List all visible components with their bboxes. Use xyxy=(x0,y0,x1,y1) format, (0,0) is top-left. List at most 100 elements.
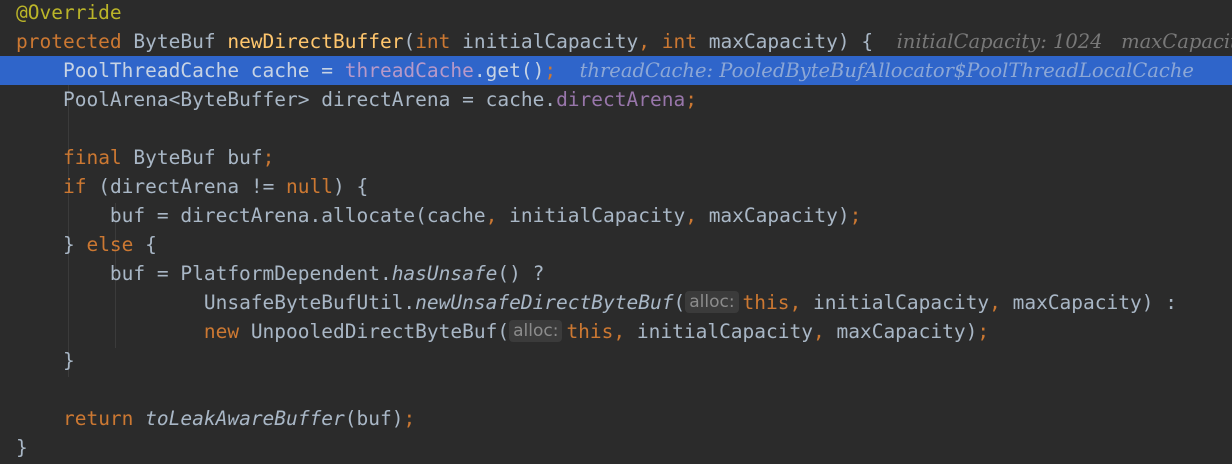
code-line[interactable]: if (directArena != null) { xyxy=(0,172,1232,201)
code-token: { xyxy=(145,233,157,256)
code-line[interactable]: } xyxy=(0,433,1232,462)
code-line-text: buf = PlatformDependent.hasUnsafe() ? xyxy=(16,259,544,288)
code-token: ; xyxy=(403,407,416,430)
code-line-text: buf = directArena.allocate(cache, initia… xyxy=(16,201,861,230)
field-token: threadCache xyxy=(344,59,474,82)
code-line-text: } xyxy=(16,346,75,375)
code-line[interactable]: PoolArena<ByteBuffer> directArena = cach… xyxy=(0,85,1232,114)
static-method-token: toLeakAwareBuffer xyxy=(145,407,345,430)
code-token: initialCapacity xyxy=(462,30,639,53)
code-line-current[interactable]: PoolThreadCache cache = threadCache.get(… xyxy=(0,56,1232,85)
code-line[interactable]: return toLeakAwareBuffer(buf); xyxy=(0,404,1232,433)
keyword-token: new xyxy=(203,320,251,343)
code-token: , xyxy=(613,320,637,343)
code-token: initialCapacity xyxy=(509,204,686,227)
code-token: initialCapacity xyxy=(813,291,990,314)
keyword-token: final xyxy=(62,146,134,169)
code-line-text: } else { xyxy=(16,230,157,259)
keyword-token: this xyxy=(742,291,790,314)
code-token: PoolArena<ByteBuffer> directArena = cach… xyxy=(62,88,557,111)
annotation-token: @Override xyxy=(16,1,122,24)
code-token: ( xyxy=(673,291,686,314)
keyword-token: protected xyxy=(16,30,134,53)
code-token: UnpooledDirectByteBuf( xyxy=(250,320,510,343)
code-token: buf = PlatformDependent. xyxy=(109,262,392,285)
code-token: maxCapacity) xyxy=(836,320,978,343)
static-method-token: newUnsafeDirectByteBuf xyxy=(415,291,674,314)
keyword-token: int xyxy=(415,30,463,53)
code-line-text: UnsafeByteBufUtil.newUnsafeDirectByteBuf… xyxy=(16,288,1177,317)
code-token: maxCapacity) { xyxy=(708,30,897,53)
method-name-token: newDirectBuffer xyxy=(227,30,404,53)
code-token: , xyxy=(789,291,813,314)
code-token: buf = directArena.allocate(cache xyxy=(109,204,486,227)
code-token: .get() xyxy=(473,59,545,82)
code-line[interactable]: protected ByteBuf newDirectBuffer(int in… xyxy=(0,27,1232,56)
code-token: , xyxy=(989,291,1013,314)
code-line-text: PoolThreadCache cache = threadCache.get(… xyxy=(16,56,1194,85)
code-token: ( xyxy=(403,30,416,53)
code-token: (directArena != xyxy=(98,175,287,198)
debug-value-hint: threadCache: PooledByteBufAllocator$Pool… xyxy=(579,59,1194,82)
code-token: initialCapacity xyxy=(636,320,813,343)
keyword-token: int xyxy=(661,30,709,53)
keyword-token: else xyxy=(86,233,146,256)
code-token: } xyxy=(62,349,75,372)
code-token: ) { xyxy=(333,175,369,198)
code-line[interactable] xyxy=(0,114,1232,143)
code-line[interactable]: UnsafeByteBufUtil.newUnsafeDirectByteBuf… xyxy=(0,288,1232,317)
code-token: maxCapacity) xyxy=(708,204,850,227)
code-token: UnsafeByteBufUtil. xyxy=(203,291,416,314)
keyword-token: this xyxy=(566,320,614,343)
code-line[interactable]: } else { xyxy=(0,230,1232,259)
code-token: ByteBuf xyxy=(133,30,228,53)
keyword-token: null xyxy=(286,175,334,198)
keyword-token: return xyxy=(62,407,146,430)
code-token: , xyxy=(685,204,709,227)
code-token: PoolThreadCache cache = xyxy=(62,59,345,82)
code-token: , xyxy=(638,30,662,53)
static-method-token: hasUnsafe xyxy=(391,262,498,285)
code-token: , xyxy=(485,204,510,227)
code-token: () ? xyxy=(497,262,545,285)
debug-value-hint: initialCapacity: 1024 maxCapacity: 21474… xyxy=(896,30,1232,53)
code-line-text: protected ByteBuf newDirectBuffer(int in… xyxy=(16,27,1232,56)
code-line-text: final ByteBuf buf; xyxy=(16,143,274,172)
code-editor[interactable]: @Override protected ByteBuf newDirectBuff… xyxy=(0,0,1232,464)
parameter-name-hint: alloc: xyxy=(509,320,563,342)
code-line[interactable]: @Override xyxy=(0,0,1232,27)
code-token: ByteBuf buf xyxy=(133,146,263,169)
code-line[interactable]: new UnpooledDirectByteBuf(alloc: this, in… xyxy=(0,317,1232,346)
code-line-text: new UnpooledDirectByteBuf(alloc: this, in… xyxy=(16,317,989,346)
code-token: ; xyxy=(849,204,862,227)
code-token: ; xyxy=(544,59,580,82)
code-line-text: } xyxy=(16,433,28,462)
code-line[interactable]: buf = directArena.allocate(cache, initia… xyxy=(0,201,1232,230)
code-line[interactable]: buf = PlatformDependent.hasUnsafe() ? xyxy=(0,259,1232,288)
code-token: ; xyxy=(262,146,275,169)
code-token: (buf) xyxy=(344,407,404,430)
code-token: , xyxy=(813,320,837,343)
code-line-text: @Override xyxy=(16,0,122,27)
keyword-token: if xyxy=(62,175,99,198)
code-token: ; xyxy=(977,320,990,343)
parameter-name-hint: alloc: xyxy=(685,291,739,313)
code-line-text: return toLeakAwareBuffer(buf); xyxy=(16,404,415,433)
code-token: } xyxy=(62,233,87,256)
code-line-text: PoolArena<ByteBuffer> directArena = cach… xyxy=(16,85,697,114)
field-token: directArena xyxy=(556,88,686,111)
code-line-text: if (directArena != null) { xyxy=(16,172,368,201)
code-line[interactable]: } xyxy=(0,346,1232,375)
code-line[interactable]: final ByteBuf buf; xyxy=(0,143,1232,172)
code-line[interactable] xyxy=(0,375,1232,404)
